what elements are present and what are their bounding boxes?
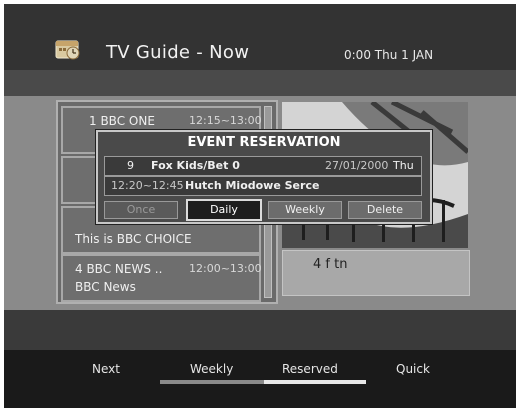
footer-bar: Next Weekly Reserved Quick bbox=[4, 350, 516, 408]
channel-time: 12:00~13:00 bbox=[189, 262, 262, 275]
footer-reserved-button[interactable]: Reserved bbox=[282, 362, 338, 376]
footer-weekly-button[interactable]: Weekly bbox=[190, 362, 233, 376]
event-channel-name: Fox Kids/Bet 0 bbox=[151, 159, 240, 172]
event-program-title: Hutch Miodowe Serce bbox=[185, 179, 320, 192]
event-channel-line: 9 Fox Kids/Bet 0 27/01/2000 Thu bbox=[104, 156, 422, 176]
header: TV Guide - Now 0:00 Thu 1 JAN bbox=[4, 4, 516, 70]
calendar-clock-icon bbox=[55, 40, 80, 60]
program-info-box: 4 f tn bbox=[282, 250, 470, 296]
event-time-range: 12:20~12:45 bbox=[111, 179, 184, 192]
bottom-strip bbox=[4, 310, 516, 350]
page-title: TV Guide - Now bbox=[106, 42, 250, 63]
footer-quick-button[interactable]: Quick bbox=[396, 362, 430, 376]
daily-button[interactable]: Daily bbox=[186, 199, 262, 221]
channel-name: 1 BBC ONE bbox=[89, 114, 155, 128]
channel-program: BBC News bbox=[75, 280, 136, 294]
event-date: 27/01/2000 bbox=[325, 159, 389, 172]
footer-weekly-indicator bbox=[160, 380, 264, 384]
footer-reserved-indicator bbox=[264, 380, 366, 384]
clock-readout: 0:00 Thu 1 JAN bbox=[344, 48, 434, 62]
event-day: Thu bbox=[393, 159, 414, 172]
channel-program: This is BBC CHOICE bbox=[75, 232, 192, 246]
event-channel-number: 9 bbox=[127, 159, 134, 172]
delete-button[interactable]: Delete bbox=[348, 201, 422, 219]
event-program-line: 12:20~12:45 Hutch Miodowe Serce bbox=[104, 176, 422, 196]
program-info-text: 4 f tn bbox=[313, 257, 348, 272]
channel-row[interactable]: 4 BBC NEWS .. 12:00~13:00 BBC News bbox=[61, 254, 262, 302]
footer-next-button[interactable]: Next bbox=[92, 362, 120, 376]
channel-name: 4 BBC NEWS .. bbox=[75, 262, 163, 276]
header-band bbox=[4, 70, 516, 96]
channel-time: 12:15~13:00 bbox=[189, 114, 262, 127]
event-reservation-dialog: EVENT RESERVATION 9 Fox Kids/Bet 0 27/01… bbox=[96, 130, 432, 224]
weekly-button[interactable]: Weekly bbox=[268, 201, 342, 219]
tv-screen: TV Guide - Now 0:00 Thu 1 JAN 1 BBC ONE … bbox=[4, 4, 516, 408]
dialog-title: EVENT RESERVATION bbox=[187, 135, 341, 150]
once-button[interactable]: Once bbox=[104, 201, 178, 219]
